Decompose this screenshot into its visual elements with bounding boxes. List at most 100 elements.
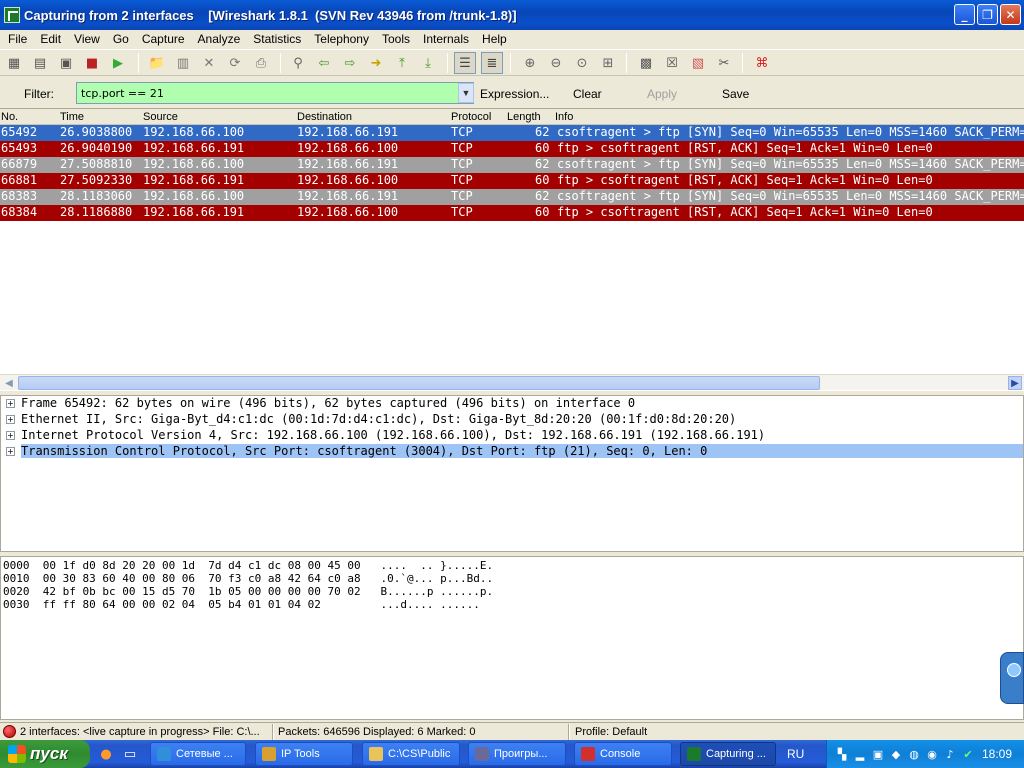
tray-status-icon[interactable]: ✔ [961, 747, 975, 761]
column-header-info[interactable]: Info [555, 111, 573, 123]
tray-network-icon[interactable]: ▚ [835, 747, 849, 761]
menu-help[interactable]: Help [474, 32, 512, 46]
resize-columns-icon[interactable]: ⊞ [599, 54, 617, 72]
find-icon[interactable]: ⚲ [289, 54, 307, 72]
title-bar: Capturing from 2 interfaces [Wireshark 1… [0, 0, 1024, 30]
menu-file[interactable]: File [0, 32, 32, 46]
detail-row-frame[interactable]: + Frame 65492: 62 bytes on wire (496 bit… [1, 396, 1023, 412]
detail-row-tcp[interactable]: + Transmission Control Protocol, Src Por… [1, 444, 1023, 460]
tray-shield-icon[interactable]: ◉ [925, 747, 939, 761]
save-icon[interactable]: ▥ [174, 54, 192, 72]
close-file-icon[interactable]: ✕ [200, 54, 218, 72]
chevron-down-icon[interactable]: ▼ [458, 83, 474, 103]
packet-row[interactable]: 66881 27.5092330 192.168.66.191 192.168.66.… [0, 173, 1024, 189]
display-filters-icon[interactable]: ☒ [663, 54, 681, 72]
tray-monitor-icon[interactable]: ▣ [871, 747, 885, 761]
back-icon[interactable]: ⇦ [315, 54, 333, 72]
filter-input[interactable]: tcp.port == 21 [76, 82, 474, 104]
column-header-source[interactable]: Source [143, 111, 178, 123]
menu-statistics[interactable]: Statistics [245, 32, 306, 46]
close-button[interactable]: ✕ [1000, 4, 1021, 25]
tray-globe-icon[interactable]: ◍ [907, 747, 921, 761]
detail-row-ethernet[interactable]: + Ethernet II, Src: Giga-Byt_d4:c1:dc (0… [1, 412, 1023, 428]
show-desktop-icon[interactable]: ▭ [121, 745, 139, 763]
help-icon[interactable]: ⌘ [753, 54, 771, 72]
expand-icon[interactable]: + [6, 447, 15, 456]
hex-row[interactable]: 0030 ff ff 80 64 00 00 02 04 05 b4 01 01… [3, 598, 480, 611]
hex-row[interactable]: 0000 00 1f d0 8d 20 20 00 1d 7d d4 c1 dc… [3, 559, 493, 572]
menu-telephony[interactable]: Telephony [306, 32, 374, 46]
profile-text[interactable]: Profile: Default [575, 726, 647, 738]
goto-icon[interactable]: ➜ [367, 54, 385, 72]
interfaces-icon[interactable]: ▦ [5, 54, 23, 72]
scrollbar-thumb[interactable] [18, 376, 820, 390]
print-icon[interactable]: ⎙ [252, 54, 270, 72]
column-header-protocol[interactable]: Protocol [451, 111, 491, 123]
task-explorer[interactable]: C:\CS\Public [362, 742, 460, 766]
packet-row[interactable]: 66879 27.5088810 192.168.66.100 192.168.66.… [0, 157, 1024, 173]
menu-capture[interactable]: Capture [134, 32, 190, 46]
start-icon[interactable]: ▣ [57, 54, 75, 72]
task-ip-tools[interactable]: IP Tools [255, 742, 353, 766]
packet-list-horizontal-scrollbar[interactable]: ◀ ▶ [0, 374, 1024, 390]
colorize-icon[interactable]: ☰ [454, 52, 476, 74]
menu-edit[interactable]: Edit [32, 32, 66, 46]
forward-icon[interactable]: ⇨ [341, 54, 359, 72]
language-indicator[interactable]: RU [787, 747, 804, 761]
hex-row[interactable]: 0010 00 30 83 60 40 00 80 06 70 f3 c0 a8… [3, 572, 493, 585]
zoom-normal-icon[interactable]: ⊙ [573, 54, 591, 72]
packet-row[interactable]: 65492 26.9038800 192.168.66.100 192.168.66.… [0, 125, 1024, 141]
task-network[interactable]: Сетевые ... [150, 742, 246, 766]
packet-row[interactable]: 68384 28.1186880 192.168.66.191 192.168.66.… [0, 205, 1024, 221]
system-tray: ▚ ▂ ▣ ◆ ◍ ◉ ♪ ✔ 18:09 [826, 740, 1024, 768]
save-filter-button[interactable]: Save [722, 87, 749, 101]
expression-button[interactable]: Expression... [480, 87, 549, 101]
zoom-in-icon[interactable]: ⊕ [521, 54, 539, 72]
last-icon[interactable]: ⤓ [419, 54, 437, 72]
menu-analyze[interactable]: Analyze [190, 32, 246, 46]
clear-button[interactable]: Clear [573, 87, 602, 101]
hex-row[interactable]: 0020 42 bf 0b bc 00 15 d5 70 1b 05 00 00… [3, 585, 493, 598]
task-wireshark[interactable]: Capturing ... [680, 742, 776, 766]
tray-app-icon[interactable]: ◆ [889, 747, 903, 761]
scroll-right-icon[interactable]: ▶ [1008, 376, 1022, 390]
restart-icon[interactable]: ▶ [109, 54, 127, 72]
menu-go[interactable]: Go [105, 32, 134, 46]
start-button[interactable]: пуск [0, 740, 90, 768]
restore-button[interactable]: ❐ [977, 4, 998, 25]
minimize-button[interactable]: _ [954, 4, 975, 25]
column-header-length[interactable]: Length [507, 111, 541, 123]
column-header-no[interactable]: No. [1, 111, 18, 123]
tray-volume-icon[interactable]: ♪ [943, 747, 957, 761]
side-gadget-icon[interactable] [1000, 652, 1024, 704]
wireshark-app-icon [4, 7, 20, 23]
scroll-left-icon[interactable]: ◀ [2, 376, 16, 390]
column-header-destination[interactable]: Destination [297, 111, 352, 123]
expand-icon[interactable]: + [6, 431, 15, 440]
capture-filters-icon[interactable]: ▩ [637, 54, 655, 72]
menu-internals[interactable]: Internals [415, 32, 474, 46]
expand-icon[interactable]: + [6, 415, 15, 424]
menu-view[interactable]: View [66, 32, 105, 46]
stop-icon[interactable]: ■ [83, 54, 101, 72]
apply-button[interactable]: Apply [647, 87, 677, 101]
preferences-icon[interactable]: ✂ [715, 54, 733, 72]
task-console[interactable]: Console [574, 742, 672, 766]
capture-status-icon[interactable] [3, 725, 16, 738]
packet-row[interactable]: 68383 28.1183060 192.168.66.100 192.168.66.… [0, 189, 1024, 205]
tray-signal-icon[interactable]: ▂ [853, 747, 867, 761]
detail-row-ipv4[interactable]: + Internet Protocol Version 4, Src: 192.… [1, 428, 1023, 444]
task-player[interactable]: Проигры... [468, 742, 566, 766]
menu-tools[interactable]: Tools [374, 32, 415, 46]
reload-icon[interactable]: ⟳ [226, 54, 244, 72]
packet-row[interactable]: 65493 26.9040190 192.168.66.191 192.168.66.… [0, 141, 1024, 157]
open-icon[interactable]: 📁 [148, 54, 166, 72]
zoom-out-icon[interactable]: ⊖ [547, 54, 565, 72]
column-header-time[interactable]: Time [60, 111, 84, 123]
firefox-icon[interactable]: ● [97, 745, 115, 763]
coloring-rules-icon[interactable]: ▧ [689, 54, 707, 72]
first-icon[interactable]: ⤒ [393, 54, 411, 72]
autoscroll-icon[interactable]: ≣ [481, 52, 503, 74]
expand-icon[interactable]: + [6, 399, 15, 408]
options-icon[interactable]: ▤ [31, 54, 49, 72]
